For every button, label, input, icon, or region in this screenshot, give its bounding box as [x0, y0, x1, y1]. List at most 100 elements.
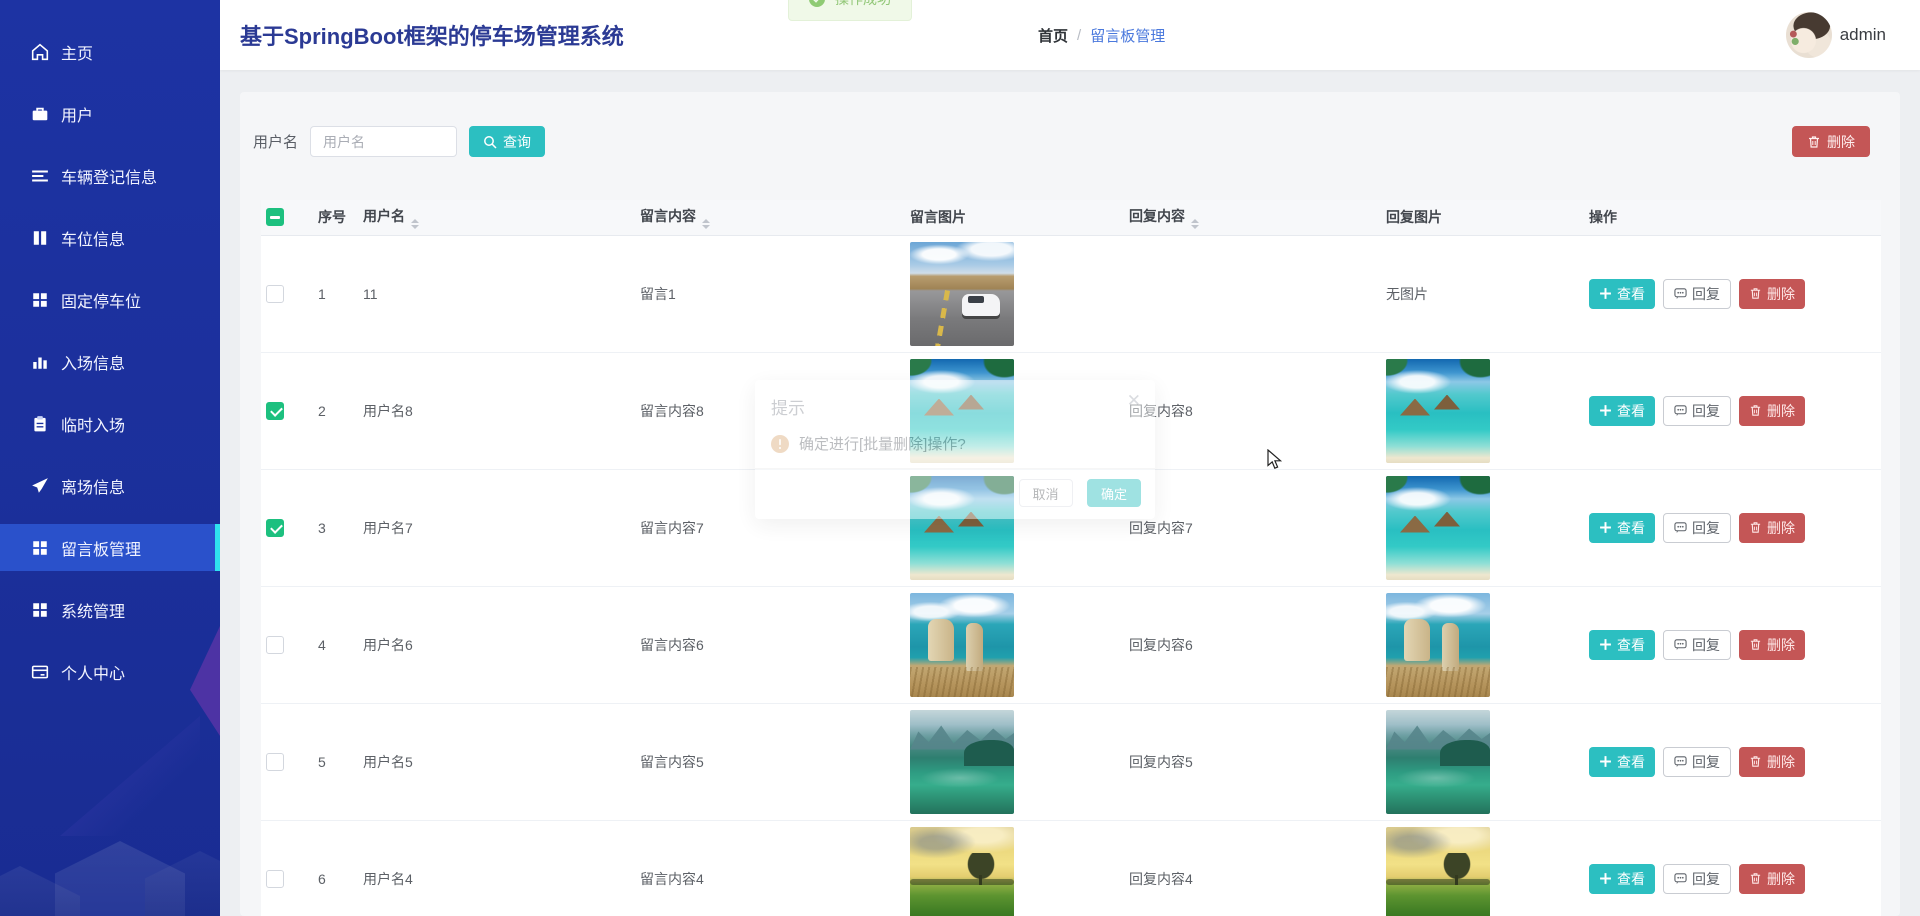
- photo-beach-huts[interactable]: [1386, 358, 1490, 463]
- delete-button[interactable]: 删除: [1739, 395, 1805, 426]
- avatar[interactable]: [1785, 12, 1832, 58]
- user-menu[interactable]: admin: [1785, 0, 1886, 70]
- search-input[interactable]: [310, 126, 458, 157]
- username-label: admin: [1839, 25, 1886, 44]
- close-icon[interactable]: ✕: [1127, 392, 1141, 409]
- sidebar-item-主页[interactable]: 主页: [0, 28, 220, 75]
- sidebar-item-离场信息[interactable]: 离场信息: [0, 462, 220, 509]
- row-actions-cell: 查看 回复 删除: [1587, 352, 1881, 470]
- row-select-cell: [261, 235, 301, 353]
- sidebar-item-用户[interactable]: 用户: [0, 90, 220, 137]
- delete-button[interactable]: 删除: [1739, 863, 1805, 894]
- reply-button[interactable]: 回复: [1663, 863, 1731, 894]
- row-select-cell: [261, 820, 301, 916]
- sidebar-item-车位信息[interactable]: 车位信息: [0, 214, 220, 261]
- view-button[interactable]: 查看: [1589, 512, 1655, 543]
- photo-sunset-field[interactable]: [1386, 826, 1490, 916]
- table-row: 1 11 留言1 无图片 查看 回复 删除: [261, 235, 1881, 353]
- toolbar: 用户名 查询 删除: [240, 92, 1900, 157]
- chat-icon: [1674, 287, 1687, 300]
- breadcrumb-current: 留言板管理: [1090, 27, 1166, 45]
- sidebar-nav: 主页用户车辆登记信息 车位信息固定停车位入场信息临时入场离场信息留言板管理系统管理…: [0, 0, 220, 695]
- photo-sea-stacks[interactable]: [1386, 592, 1490, 697]
- sidebar-item-label: 车辆登记信息: [61, 169, 158, 187]
- confirm-button[interactable]: 确定: [1086, 479, 1141, 507]
- row-index: 2: [301, 352, 361, 470]
- row-message-image-cell: [908, 703, 1127, 821]
- row-index: 3: [301, 469, 361, 587]
- row-checkbox[interactable]: [266, 401, 284, 420]
- reply-button[interactable]: 回复: [1663, 395, 1731, 426]
- breadcrumb: 首页 / 留言板管理: [1038, 0, 1165, 70]
- row-checkbox[interactable]: [266, 518, 284, 537]
- view-button[interactable]: 查看: [1589, 278, 1655, 309]
- row-checkbox[interactable]: [266, 635, 284, 654]
- batch-delete-button[interactable]: 删除: [1792, 126, 1870, 157]
- delete-button[interactable]: 删除: [1739, 746, 1805, 777]
- query-button[interactable]: 查询: [469, 126, 546, 157]
- sidebar-item-label: 系统管理: [61, 603, 126, 621]
- sidebar-item-留言板管理[interactable]: 留言板管理: [0, 524, 220, 571]
- row-checkbox[interactable]: [266, 284, 284, 303]
- top-header: 基于SpringBoot框架的停车场管理系统 首页 / 留言板管理 admin: [220, 0, 1920, 70]
- trash-icon: [1809, 135, 1819, 148]
- trash-icon: [1749, 287, 1762, 300]
- sidebar-item-label: 用户: [61, 107, 94, 125]
- column-header-留言内容: 留言内容: [638, 200, 908, 236]
- row-reply-image-cell: 无图片: [1384, 235, 1587, 353]
- reply-button[interactable]: 回复: [1663, 512, 1731, 543]
- reply-button[interactable]: 回复: [1663, 629, 1731, 660]
- sidebar-item-车辆登记信息[interactable]: 车辆登记信息: [0, 152, 220, 199]
- trash-icon: [1749, 638, 1762, 651]
- delete-button[interactable]: 删除: [1739, 278, 1805, 309]
- reply-button-label: 回复: [1692, 753, 1720, 770]
- select-all-checkbox[interactable]: [266, 208, 284, 227]
- row-reply: 回复内容7: [1127, 469, 1384, 587]
- sidebar-item-label: 个人中心: [61, 665, 126, 683]
- row-checkbox[interactable]: [266, 869, 284, 888]
- delete-button[interactable]: 删除: [1739, 629, 1805, 660]
- sort-caret-icon[interactable]: [1191, 219, 1199, 229]
- sort-caret-icon[interactable]: [411, 219, 419, 229]
- photo-mountain-lake[interactable]: [1386, 709, 1490, 814]
- view-button[interactable]: 查看: [1589, 746, 1655, 777]
- photo-mountain-lake[interactable]: [910, 709, 1014, 814]
- decoration-glow: [60, 716, 200, 836]
- photo-beach-huts[interactable]: [1386, 475, 1490, 580]
- reply-button-label: 回复: [1692, 636, 1720, 653]
- breadcrumb-home[interactable]: 首页: [1038, 25, 1068, 46]
- sidebar-item-label: 车位信息: [61, 231, 126, 249]
- query-button-label: 查询: [503, 133, 532, 150]
- sidebar-item-入场信息[interactable]: 入场信息: [0, 338, 220, 385]
- table-row: 4 用户名6 留言内容6 回复内容6 查看 回复 删除: [261, 586, 1881, 704]
- row-checkbox[interactable]: [266, 752, 284, 771]
- column-header-序号: 序号: [301, 200, 361, 236]
- photo-sunset-field[interactable]: [910, 826, 1014, 916]
- row-reply-image-cell: [1384, 586, 1587, 704]
- decoration-cube: [0, 866, 80, 916]
- row-message-image-cell: [908, 820, 1127, 916]
- dialog-footer: 取消 确定: [755, 468, 1155, 519]
- success-toast: 操作成功: [788, 0, 912, 21]
- cancel-button[interactable]: 取消: [1018, 479, 1073, 507]
- page-title: 基于SpringBoot框架的停车场管理系统: [240, 24, 624, 49]
- reply-button[interactable]: 回复: [1663, 746, 1731, 777]
- sidebar-item-临时入场[interactable]: 临时入场: [0, 400, 220, 447]
- column-header-label: 序号: [318, 209, 346, 226]
- clipboard-icon: [31, 415, 49, 433]
- photo-sea-stacks[interactable]: [910, 592, 1014, 697]
- trash-icon: [1749, 521, 1762, 534]
- sidebar: 主页用户车辆登记信息 车位信息固定停车位入场信息临时入场离场信息留言板管理系统管理…: [0, 0, 220, 916]
- sidebar-item-个人中心[interactable]: 个人中心: [0, 648, 220, 695]
- row-reply-image-cell: [1384, 820, 1587, 916]
- view-button[interactable]: 查看: [1589, 395, 1655, 426]
- sort-caret-icon[interactable]: [702, 219, 710, 229]
- sidebar-item-固定停车位[interactable]: 固定停车位: [0, 276, 220, 323]
- view-button[interactable]: 查看: [1589, 863, 1655, 894]
- reply-button[interactable]: 回复: [1663, 278, 1731, 309]
- photo-car-on-road[interactable]: [910, 241, 1014, 346]
- delete-button-label: 删除: [1767, 402, 1795, 419]
- view-button[interactable]: 查看: [1589, 629, 1655, 660]
- sidebar-item-系统管理[interactable]: 系统管理: [0, 586, 220, 633]
- delete-button[interactable]: 删除: [1739, 512, 1805, 543]
